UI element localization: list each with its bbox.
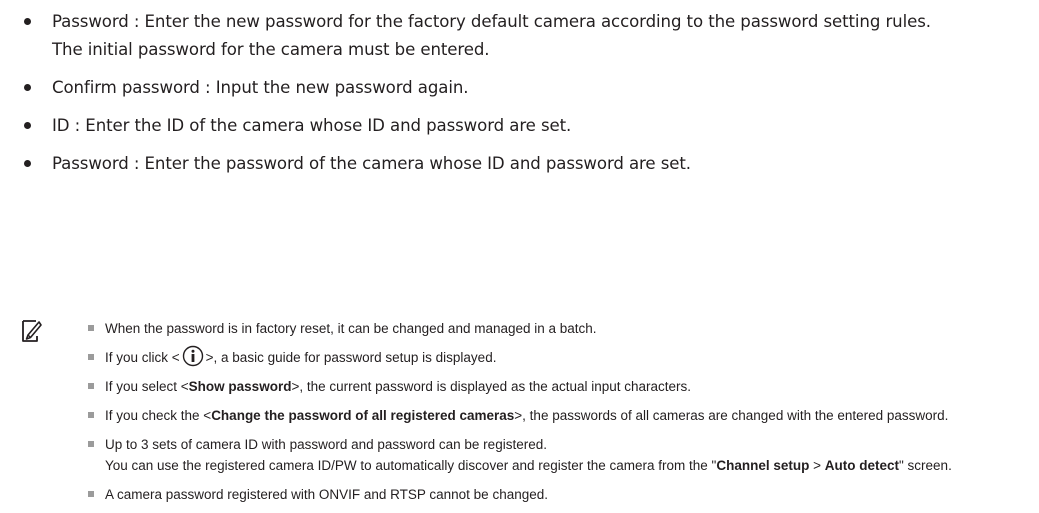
note-item: Up to 3 sets of camera ID with password …	[88, 434, 1033, 476]
bullet-dot-icon	[24, 18, 31, 25]
bullet-dot-icon	[24, 84, 31, 91]
info-icon	[182, 346, 203, 367]
item-text-line1: Password : Enter the new password for th…	[52, 12, 931, 31]
note-text: A camera password registered with ONVIF …	[105, 487, 548, 502]
field-description-list: Password : Enter the new password for th…	[24, 8, 1034, 188]
pencil-note-icon	[22, 320, 42, 342]
list-item: Confirm password : Input the new passwor…	[24, 74, 1034, 102]
note-text-post: " screen.	[899, 458, 952, 473]
square-bullet-icon	[88, 325, 94, 331]
note-text: When the password is in factory reset, i…	[105, 321, 597, 336]
square-bullet-icon	[88, 441, 94, 447]
square-bullet-icon	[88, 354, 94, 360]
list-item: Password : Enter the password of the cam…	[24, 150, 1034, 178]
note-item: If you click < >, a basic guide for passw…	[88, 346, 1033, 368]
list-item: ID : Enter the ID of the camera whose ID…	[24, 112, 1034, 140]
note-item: When the password is in factory reset, i…	[88, 318, 1033, 339]
channel-setup-label: Channel setup	[716, 458, 810, 473]
note-text-post: >, a basic guide for password setup is d…	[205, 350, 497, 365]
square-bullet-icon	[88, 383, 94, 389]
bullet-dot-icon	[24, 122, 31, 129]
note-text-pre: If you check the <	[105, 408, 212, 423]
separator-text: >	[809, 458, 825, 473]
note-item: A camera password registered with ONVIF …	[88, 484, 1033, 505]
note-text-cont: You can use the registered camera ID/PW …	[105, 455, 1033, 476]
item-text: Password : Enter the password of the cam…	[52, 154, 691, 173]
square-bullet-icon	[88, 412, 94, 418]
square-bullet-icon	[88, 491, 94, 497]
note-text-pre: You can use the registered camera ID/PW …	[105, 458, 717, 473]
note-text: Up to 3 sets of camera ID with password …	[105, 437, 547, 452]
list-item: Password : Enter the new password for th…	[24, 8, 1034, 64]
change-all-passwords-label: Change the password of all registered ca…	[211, 408, 515, 423]
note-text-post: >, the passwords of all cameras are chan…	[514, 408, 949, 423]
note-text-post: >, the current password is displayed as …	[291, 379, 692, 394]
item-text: Confirm password : Input the new passwor…	[52, 78, 469, 97]
show-password-label: Show password	[188, 379, 292, 394]
note-text-pre: If you select <	[105, 379, 189, 394]
bullet-dot-icon	[24, 160, 31, 167]
note-text-pre: If you click <	[105, 350, 180, 365]
item-text-line2: The initial password for the camera must…	[52, 40, 490, 59]
item-text: ID : Enter the ID of the camera whose ID…	[52, 116, 572, 135]
note-item: If you check the <Change the password of…	[88, 405, 1033, 426]
note-item: If you select <Show password>, the curre…	[88, 376, 1033, 397]
notes-list: When the password is in factory reset, i…	[88, 318, 1033, 513]
auto-detect-label: Auto detect	[824, 458, 899, 473]
